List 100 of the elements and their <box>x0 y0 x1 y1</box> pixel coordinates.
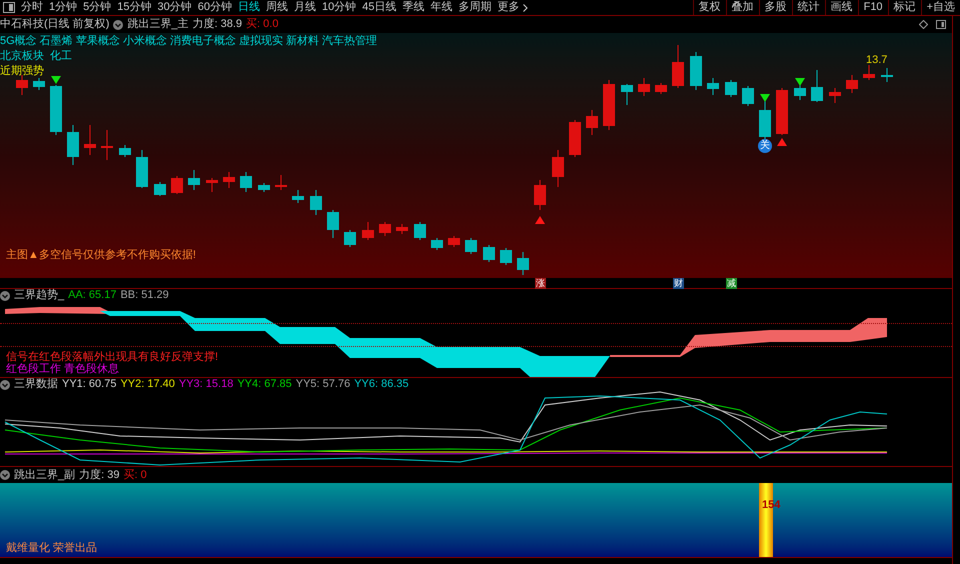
candlestick <box>223 172 235 188</box>
signal-badge: 关 <box>758 139 772 153</box>
trend-tag: 近期强势 <box>0 64 44 79</box>
candlestick <box>136 150 148 188</box>
candlestick <box>759 100 771 140</box>
toolbar-button[interactable]: 标记 <box>888 0 921 15</box>
period-tab[interactable]: 15分钟 <box>114 0 154 15</box>
candlestick <box>863 64 875 80</box>
candlestick <box>310 190 322 216</box>
candlestick <box>655 82 667 94</box>
panel-title: 三界数据 <box>14 377 58 392</box>
candlestick <box>725 80 737 98</box>
sector-tags: 北京板块 化工 <box>0 49 378 64</box>
candlestick <box>50 84 62 136</box>
candlestick <box>846 74 858 94</box>
concept-tags: 5G概念 石墨烯 苹果概念 小米概念 消费电子概念 虚拟现实 新材料 汽车热管理 <box>0 34 378 49</box>
down-triangle-icon <box>51 76 61 84</box>
candlestick <box>811 70 823 102</box>
buy-reading: 买: 0.0 <box>246 17 278 32</box>
period-tab[interactable]: 分时 <box>18 0 46 15</box>
period-tab[interactable]: 年线 <box>428 0 456 15</box>
indicator-name: 跳出三界_主 <box>127 16 189 32</box>
candlestick <box>16 74 28 96</box>
indicator-name: 跳出三界_副 <box>14 468 76 483</box>
collapse-icon[interactable] <box>0 380 10 390</box>
candlestick <box>188 170 200 190</box>
strength-reading: 力度: 39 <box>79 468 120 483</box>
event-marker: 涨 <box>535 278 546 289</box>
indicator-reading: BB: 51.29 <box>120 288 169 304</box>
toolbar-button[interactable]: 叠加 <box>726 0 759 15</box>
collapse-icon[interactable] <box>0 290 10 300</box>
period-tab[interactable]: 多周期 <box>456 0 494 15</box>
price-label: 13.7 <box>866 53 888 68</box>
candlestick <box>707 78 719 96</box>
event-marker: 财 <box>673 278 684 289</box>
indicator-reading: YY4: 67.85 <box>237 377 292 392</box>
period-tab[interactable]: 日线 <box>235 0 263 15</box>
period-tab[interactable]: 5分钟 <box>80 0 114 15</box>
candlestick <box>258 182 270 192</box>
candlestick <box>672 44 684 88</box>
chevron-right-icon <box>522 4 528 12</box>
candlestick <box>414 222 426 240</box>
toolbar-button[interactable]: 复权 <box>692 0 726 15</box>
period-tab[interactable]: 1分钟 <box>46 0 80 15</box>
candlestick <box>431 238 443 250</box>
candlestick <box>500 248 512 266</box>
candlestick <box>465 238 477 254</box>
event-marker: 减 <box>726 278 737 289</box>
period-tab[interactable]: 季线 <box>400 0 428 15</box>
toolbar-button[interactable]: 多股 <box>758 0 792 15</box>
collapse-icon[interactable] <box>113 20 124 30</box>
candlestick <box>101 130 113 160</box>
period-tab[interactable]: 月线 <box>291 0 319 15</box>
candlestick <box>586 110 598 136</box>
layout-toggle-icon[interactable] <box>3 2 15 13</box>
down-triangle-icon <box>795 78 805 86</box>
down-triangle-icon <box>760 94 770 102</box>
candlestick <box>776 88 788 136</box>
candlestick <box>396 224 408 234</box>
candlestick <box>344 230 356 248</box>
period-tab[interactable]: 30分钟 <box>154 0 195 15</box>
candlestick <box>240 172 252 192</box>
toolbar-button[interactable]: F10 <box>858 0 888 15</box>
panel-toggle-icon[interactable] <box>936 20 946 29</box>
candlestick <box>552 150 564 188</box>
candlestick <box>171 176 183 194</box>
candlestick <box>829 88 841 104</box>
toolbar-button[interactable]: 统计 <box>792 0 825 15</box>
candlestick <box>379 222 391 236</box>
up-triangle-icon <box>535 216 545 224</box>
up-triangle-icon <box>777 138 787 146</box>
candlestick <box>275 174 287 190</box>
security-title: 中石科技(日线 前复权) <box>0 17 110 32</box>
candlestick <box>603 80 615 130</box>
collapse-icon[interactable] <box>0 470 10 480</box>
candlestick <box>517 252 529 276</box>
strength-reading: 力度: 38.9 <box>192 16 242 32</box>
period-tab[interactable]: 10分钟 <box>319 0 360 15</box>
candlestick <box>206 178 218 192</box>
candlestick <box>483 244 495 262</box>
candlestick <box>621 84 633 106</box>
toolbar-button[interactable]: +自选 <box>920 0 960 15</box>
candlestick <box>67 124 79 166</box>
period-tab[interactable]: 周线 <box>263 0 291 15</box>
buy-reading: 买: 0 <box>123 468 147 483</box>
period-tab[interactable]: 60分钟 <box>194 0 235 15</box>
candlestick <box>362 222 374 240</box>
candlestick <box>638 78 650 96</box>
indicator-reading: YY1: 60.75 <box>62 377 116 392</box>
indicator-reading: YY2: 17.40 <box>120 377 175 392</box>
candlestick <box>327 210 339 238</box>
more-button[interactable]: 更多 <box>494 0 530 15</box>
diamond-icon[interactable] <box>919 20 928 29</box>
indicator-reading: YY6: 86.35 <box>354 377 409 392</box>
candlestick <box>534 180 546 210</box>
period-tab[interactable]: 45日线 <box>359 0 400 15</box>
candlestick <box>742 86 754 106</box>
candlestick <box>33 78 45 90</box>
toolbar-button[interactable]: 画线 <box>824 0 858 15</box>
candlestick <box>881 68 893 82</box>
